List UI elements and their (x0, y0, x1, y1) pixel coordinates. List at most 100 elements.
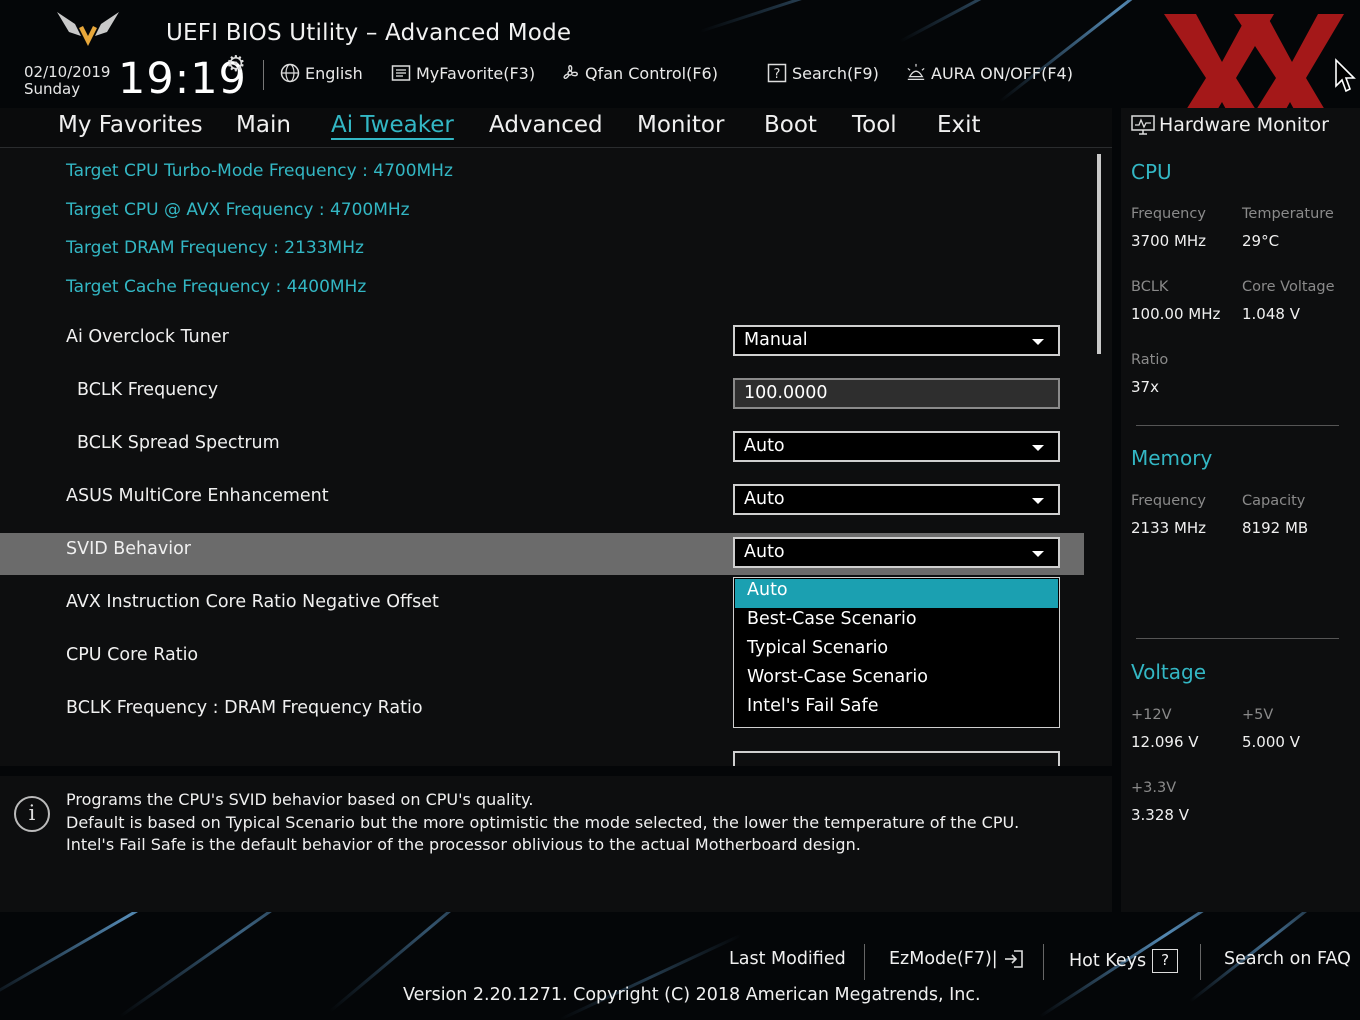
date-text: 02/10/2019 (24, 63, 111, 81)
exit-arrow-icon (1004, 950, 1023, 968)
gear-icon[interactable]: ⚙ (226, 52, 246, 77)
scrollbar[interactable] (1097, 154, 1101, 354)
ezmode-button[interactable]: EzMode(F7)| (889, 949, 1024, 969)
label-cpu-core-ratio[interactable]: CPU Core Ratio (66, 645, 198, 665)
help-key-icon: ? (1152, 949, 1179, 973)
language-button[interactable]: English (280, 63, 363, 83)
label-bclk-spread-spectrum: BCLK Spread Spectrum (77, 433, 280, 453)
v5-label: +5V (1242, 707, 1274, 723)
main-menu-bar: My Favorites Main Ai Tweaker Advanced Mo… (0, 108, 1112, 148)
chevron-down-icon (1032, 445, 1044, 451)
tab-ai-tweaker[interactable]: Ai Tweaker (331, 112, 454, 138)
cpu-temperature-label: Temperature (1242, 206, 1334, 222)
ratio-label: Ratio (1131, 352, 1169, 368)
svid-behavior-select[interactable]: Auto (733, 537, 1060, 568)
info-dram-frequency: Target DRAM Frequency : 2133MHz (66, 238, 364, 258)
v5-value: 5.000 V (1242, 733, 1300, 751)
myfavorite-button[interactable]: MyFavorite(F3) (391, 63, 535, 83)
tab-exit[interactable]: Exit (937, 112, 981, 138)
info-turbo-frequency: Target CPU Turbo-Mode Frequency : 4700MH… (66, 161, 453, 181)
footer-divider (1043, 944, 1044, 980)
info-avx-frequency: Target CPU @ AVX Frequency : 4700MHz (66, 200, 410, 220)
memory-capacity-label: Capacity (1242, 493, 1306, 509)
memory-frequency-label: Frequency (1131, 493, 1206, 509)
description-line-3: Intel's Fail Safe is the default behavio… (66, 835, 861, 854)
top-header: UEFI BIOS Utility – Advanced Mode 02/10/… (0, 0, 1360, 142)
v33-value: 3.328 V (1131, 806, 1189, 824)
tab-main[interactable]: Main (236, 112, 291, 138)
hot-keys-label: Hot Keys (1069, 951, 1147, 971)
ai-overclock-tuner-select[interactable]: Manual (733, 325, 1060, 356)
version-text: Version 2.20.1271. Copyright (C) 2018 Am… (403, 985, 981, 1005)
label-multicore-enhancement: ASUS MultiCore Enhancement (66, 486, 329, 506)
globe-icon (280, 63, 300, 83)
favorite-list-icon (391, 65, 411, 81)
qfan-control-button[interactable]: Qfan Control(F6) (560, 63, 718, 83)
info-icon: i (14, 796, 50, 832)
search-faq-label: Search on FAQ (1224, 949, 1351, 969)
label-avx-ratio-offset[interactable]: AVX Instruction Core Ratio Negative Offs… (66, 592, 439, 612)
search-faq-button[interactable]: Search on FAQ (1224, 949, 1351, 969)
memory-capacity-value: 8192 MB (1242, 519, 1309, 537)
option-intels-fail-safe[interactable]: Intel's Fail Safe (735, 695, 1058, 724)
date-display: 02/10/2019 Sunday (24, 64, 110, 98)
chevron-down-icon (1032, 339, 1044, 345)
label-bclk-frequency: BCLK Frequency (77, 380, 219, 400)
multicore-enhancement-select[interactable]: Auto (733, 484, 1060, 515)
description-panel: i Programs the CPU's SVID behavior based… (0, 776, 1112, 912)
svid-behavior-options-popup: Auto Best-Case Scenario Typical Scenario… (733, 577, 1060, 728)
cpu-temperature-value: 29°C (1242, 232, 1280, 250)
section-divider (1136, 425, 1339, 426)
memory-frequency-value: 2133 MHz (1131, 519, 1207, 537)
bclk-value: 100.00 MHz (1131, 305, 1221, 323)
memory-heading: Memory (1131, 446, 1213, 470)
option-auto[interactable]: Auto (735, 579, 1058, 608)
tab-tool[interactable]: Tool (852, 112, 897, 138)
section-divider (1136, 638, 1339, 639)
myfavorite-label: MyFavorite(F3) (416, 63, 536, 83)
ratio-value: 37x (1131, 378, 1159, 396)
qfan-label: Qfan Control(F6) (585, 63, 718, 83)
option-typical-scenario[interactable]: Typical Scenario (735, 637, 1058, 666)
tab-boot[interactable]: Boot (764, 112, 817, 138)
search-box-icon: ? (767, 63, 787, 83)
header-divider (263, 60, 264, 90)
chevron-down-icon (1032, 551, 1044, 557)
hot-keys-button[interactable]: Hot Keys ? (1069, 949, 1179, 973)
cpu-frequency-value: 3700 MHz (1131, 232, 1207, 250)
option-best-case-scenario[interactable]: Best-Case Scenario (735, 608, 1058, 637)
aura-toggle-button[interactable]: AURA ON/OFF(F4) (906, 63, 1073, 83)
tab-my-favorites[interactable]: My Favorites (58, 112, 203, 138)
v12-value: 12.096 V (1131, 733, 1199, 751)
monitor-icon (1131, 115, 1155, 135)
bclk-spread-spectrum-select[interactable]: Auto (733, 431, 1060, 462)
search-label: Search(F9) (792, 63, 879, 83)
bclk-frequency-input[interactable]: 100.0000 (733, 378, 1060, 409)
svid-behavior-value: Auto (744, 542, 785, 562)
bclk-label: BCLK (1131, 279, 1169, 295)
hardware-monitor-panel: Hardware Monitor CPU Frequency Temperatu… (1121, 108, 1360, 912)
bclk-spread-spectrum-value: Auto (744, 436, 785, 456)
cpu-frequency-label: Frequency (1131, 206, 1206, 222)
last-modified-button[interactable]: Last Modified (729, 949, 846, 969)
v12-label: +12V (1131, 707, 1172, 723)
language-label: English (305, 63, 363, 83)
tab-advanced[interactable]: Advanced (489, 112, 603, 138)
info-cache-frequency: Target Cache Frequency : 4400MHz (66, 277, 367, 297)
core-voltage-value: 1.048 V (1242, 305, 1300, 323)
settings-panel: Target CPU Turbo-Mode Frequency : 4700MH… (0, 148, 1112, 766)
ezmode-label: EzMode(F7)| (889, 949, 998, 969)
voltage-heading: Voltage (1131, 660, 1207, 684)
label-bclk-dram-ratio[interactable]: BCLK Frequency : DRAM Frequency Ratio (66, 698, 423, 718)
svg-text:?: ? (774, 67, 781, 82)
search-button[interactable]: ? Search(F9) (767, 63, 879, 83)
footer-divider (1200, 944, 1201, 980)
footer-divider (864, 944, 865, 980)
mouse-cursor-icon (1335, 58, 1356, 93)
app-title: UEFI BIOS Utility – Advanced Mode (166, 20, 572, 46)
tuf-logo (57, 12, 119, 50)
tab-monitor[interactable]: Monitor (637, 112, 724, 138)
option-worst-case-scenario[interactable]: Worst-Case Scenario (735, 666, 1058, 695)
partial-dropdown-cutoff[interactable] (733, 751, 1060, 766)
aura-light-icon (907, 63, 925, 80)
